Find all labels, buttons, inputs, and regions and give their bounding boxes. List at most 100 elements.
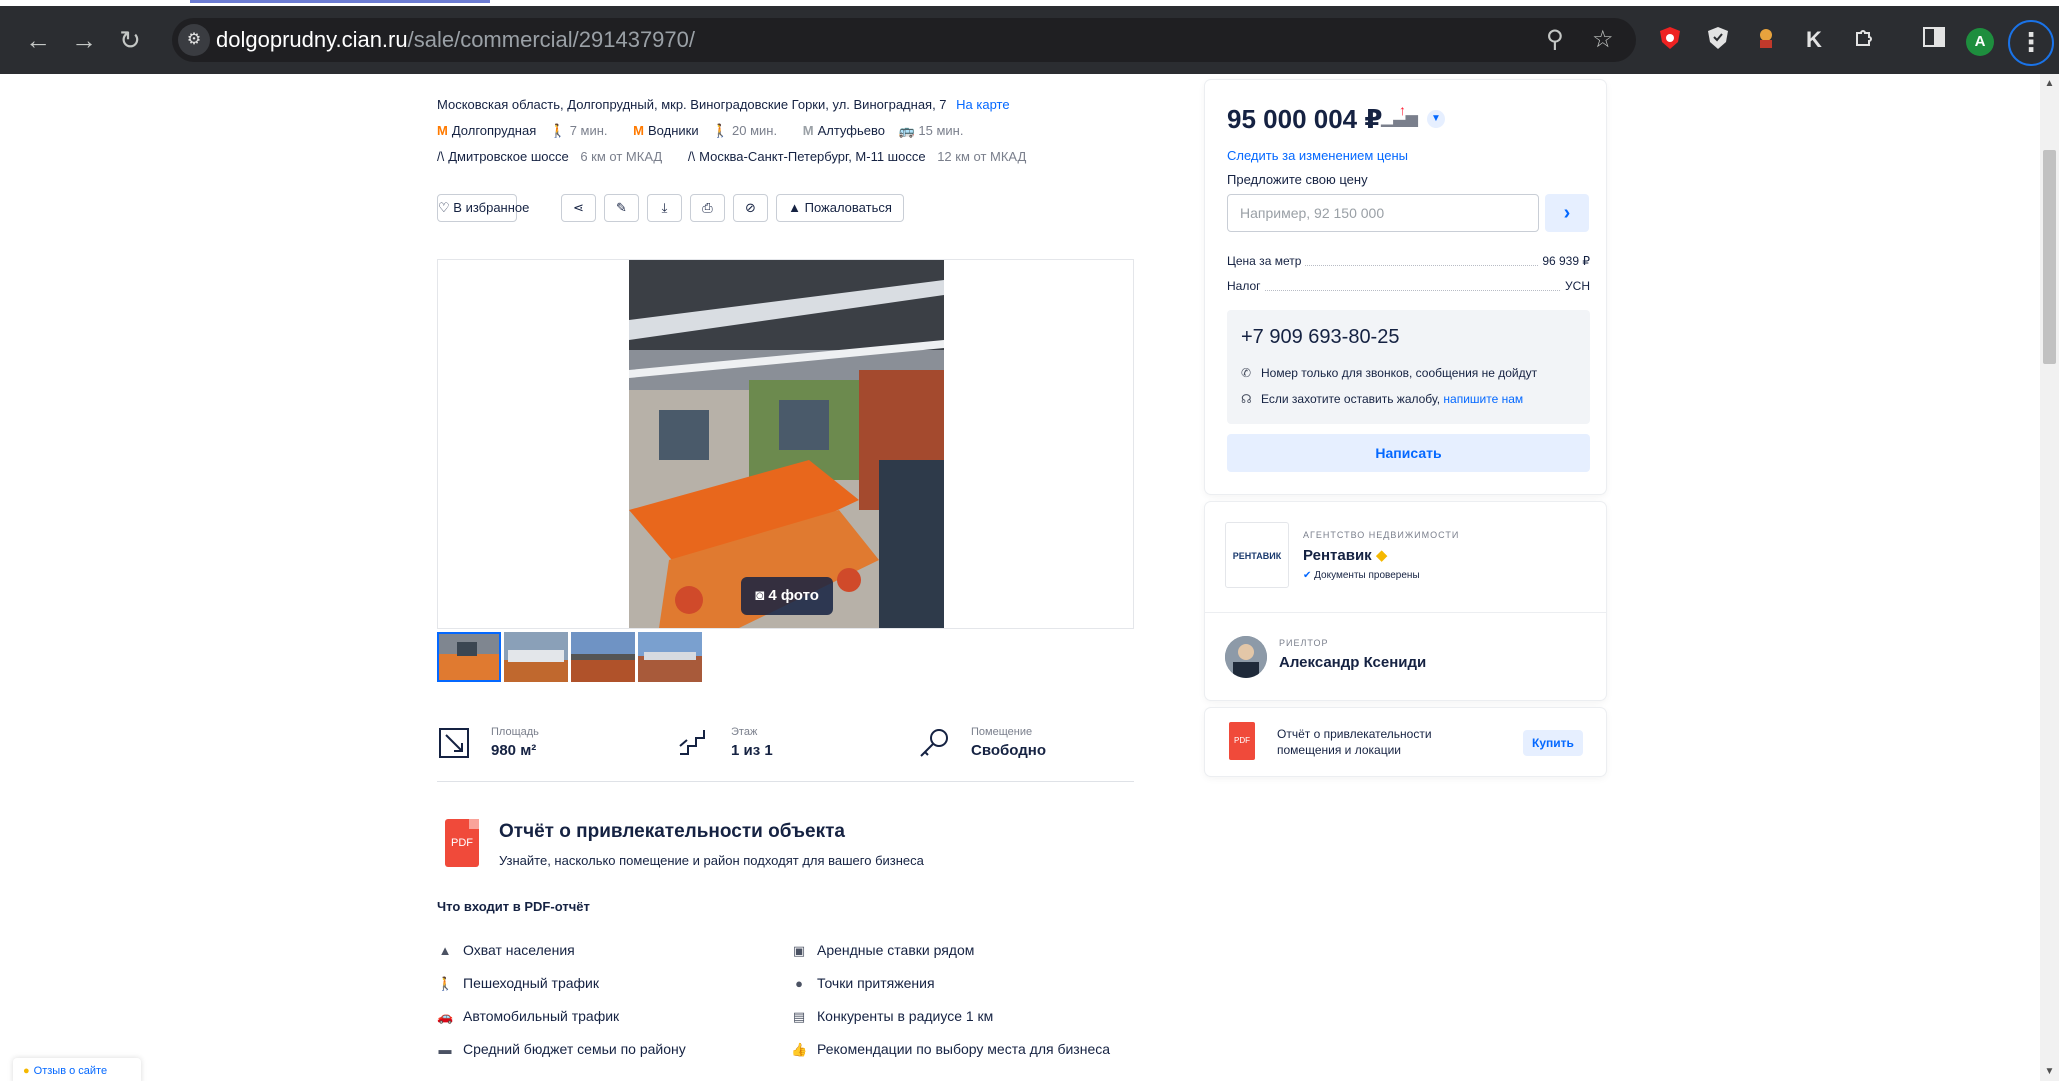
heart-icon: ♡ bbox=[438, 200, 454, 215]
edit-note-button[interactable]: ✎ bbox=[604, 194, 639, 222]
offer-label: Предложите свою цену bbox=[1227, 172, 1368, 187]
realtor-avatar[interactable] bbox=[1225, 636, 1267, 678]
address-row: Московская область, Долгопрудный, мкр. В… bbox=[437, 96, 1010, 113]
buy-report-text: Отчёт о привлекательности помещения и ло… bbox=[1277, 727, 1432, 757]
photo-count-label: 4 фото bbox=[768, 587, 819, 604]
chevron-down-icon[interactable]: ▼ bbox=[1427, 110, 1445, 128]
browser-toolbar: ← → ↻ ⚙ dolgoprudny.cian.ru/sale/commerc… bbox=[0, 6, 2059, 74]
complaint-link[interactable]: напишите нам bbox=[1443, 392, 1523, 406]
realtor-type: Риелтор bbox=[1279, 638, 1329, 648]
highway-icon: /\ bbox=[687, 149, 696, 164]
price: 95 000 004 ₽ bbox=[1227, 104, 1383, 134]
feedback-tab[interactable]: ● Отзыв о сайте bbox=[13, 1058, 141, 1081]
feature-label: Площадь bbox=[491, 726, 539, 738]
metro-time: 15 мин. bbox=[918, 123, 964, 138]
offer-price-input[interactable] bbox=[1227, 194, 1539, 232]
offer-submit-button[interactable]: › bbox=[1545, 194, 1589, 232]
agency-logo[interactable]: РЕНТАВИК bbox=[1225, 522, 1289, 588]
photo-gallery[interactable]: ◙ 4 фото bbox=[437, 259, 1134, 629]
profile-avatar[interactable]: A bbox=[1966, 28, 1994, 56]
share-button[interactable]: ⋖ bbox=[561, 194, 596, 222]
highway-distance: 6 км от МКАД bbox=[580, 149, 663, 164]
walk-icon: 🚶 bbox=[712, 123, 729, 138]
agency-name: Рентавик bbox=[1303, 547, 1372, 564]
buy-button[interactable]: Купить bbox=[1523, 730, 1583, 756]
feature-value: 980 м² bbox=[491, 742, 537, 759]
follow-price-link[interactable]: Следить за изменением цены bbox=[1227, 148, 1408, 163]
feedback-label: Отзыв о сайте bbox=[33, 1065, 108, 1077]
buy-report-card: PDF Отчёт о привлекательности помещения … bbox=[1205, 708, 1606, 776]
agency-card: РЕНТАВИК Агентство недвижимости Рентавик… bbox=[1205, 502, 1606, 700]
photo-thumbnail[interactable] bbox=[638, 632, 702, 682]
photo-thumbnail[interactable] bbox=[504, 632, 568, 682]
metro-item[interactable]: M Водники 🚶 20 мин. bbox=[633, 123, 777, 138]
report-item-label: Средний бюджет семьи по району bbox=[463, 1041, 686, 1057]
forward-icon[interactable]: → bbox=[66, 22, 102, 58]
report-item: ▣ Арендные ставки рядом bbox=[791, 942, 975, 959]
agency-verified: ✔ Документы проверены bbox=[1303, 570, 1420, 581]
reload-icon[interactable]: ↻ bbox=[112, 22, 148, 58]
photo-thumbnail[interactable] bbox=[437, 632, 501, 682]
favorite-label: В избранное bbox=[453, 200, 530, 215]
favorite-button[interactable]: ♡ В избранное bbox=[437, 194, 529, 222]
bookmark-star-icon[interactable]: ☆ bbox=[1592, 26, 1614, 54]
extension-character-icon[interactable] bbox=[1752, 26, 1780, 54]
write-button[interactable]: Написать bbox=[1227, 434, 1590, 472]
extension-shield-red-icon[interactable] bbox=[1656, 26, 1684, 54]
url-path: /sale/commercial/291437970/ bbox=[407, 27, 695, 52]
complain-button[interactable]: ▲ Пожаловаться bbox=[776, 194, 904, 222]
highway-row: /\ Дмитровское шоссе 6 км от МКАД /\ Москв… bbox=[437, 148, 1026, 165]
hide-button[interactable]: ⊘ bbox=[733, 194, 768, 222]
side-panel-icon[interactable] bbox=[1920, 26, 1948, 54]
store-icon: ▤ bbox=[792, 1009, 806, 1024]
headset-icon: ☊ bbox=[1241, 392, 1252, 406]
print-button[interactable]: ⎙ bbox=[690, 194, 725, 222]
photo-thumbnail[interactable] bbox=[571, 632, 635, 682]
report-item-label: Арендные ставки рядом bbox=[817, 942, 975, 958]
extensions-puzzle-icon[interactable] bbox=[1850, 26, 1878, 54]
report-item: ▤ Конкуренты в радиусе 1 км bbox=[791, 1008, 993, 1025]
complaint-note-text: Если захотите оставить жалобу, bbox=[1261, 392, 1441, 406]
scroll-up-icon[interactable]: ▲ bbox=[2042, 78, 2057, 89]
thumbs-up-icon: 👍 bbox=[791, 1042, 808, 1057]
scrollbar-thumb[interactable] bbox=[2043, 150, 2056, 364]
agency-name-row[interactable]: Рентавик ◆ bbox=[1303, 546, 1387, 564]
metro-item[interactable]: M Долгопрудная 🚶 7 мин. bbox=[437, 123, 608, 138]
price-per-meter-row: Цена за метр 96 939 ₽ bbox=[1227, 254, 1590, 270]
report-item-label: Конкуренты в радиусе 1 км bbox=[817, 1008, 994, 1024]
report-list-heading: Что входит в PDF-отчёт bbox=[437, 899, 590, 914]
walk-icon: 🚶 bbox=[549, 123, 567, 138]
download-button[interactable]: ⤓ bbox=[647, 194, 682, 222]
tax-row: Налог УСН bbox=[1227, 279, 1590, 295]
dotted-leader bbox=[1227, 290, 1590, 291]
map-link[interactable]: На карте bbox=[956, 97, 1009, 112]
extension-k-icon[interactable]: K bbox=[1800, 26, 1828, 54]
browser-menu-icon[interactable]: ⋮ bbox=[2008, 20, 2054, 66]
address-bar[interactable]: ⚙ dolgoprudny.cian.ru/sale/commercial/29… bbox=[172, 18, 1636, 62]
metro-item[interactable]: M Алтуфьево 🚌 15 мин. bbox=[803, 123, 964, 138]
pdf-icon: PDF bbox=[445, 819, 479, 867]
phone-number[interactable]: +7 909 693-80-25 bbox=[1241, 326, 1399, 349]
back-icon[interactable]: ← bbox=[20, 22, 56, 58]
price-up-arrow-icon: ↑ bbox=[1399, 102, 1406, 118]
zoom-icon[interactable]: ⚲ bbox=[1546, 26, 1564, 54]
report-item-label: Охват населения bbox=[463, 942, 575, 958]
feature-value: Свободно bbox=[971, 742, 1046, 759]
metro-name: Долгопрудная bbox=[451, 123, 537, 138]
url-text[interactable]: dolgoprudny.cian.ru/sale/commercial/2914… bbox=[216, 28, 695, 52]
highway-icon: /\ bbox=[437, 149, 445, 164]
report-item-label: Автомобильный трафик bbox=[463, 1008, 620, 1024]
extension-shield-icon[interactable] bbox=[1704, 26, 1732, 54]
car-icon: 🚗 bbox=[437, 1009, 454, 1024]
feature-label: Этаж bbox=[731, 726, 758, 738]
phone-note-text: Номер только для звонков, сообщения не д… bbox=[1261, 366, 1538, 380]
main-photo[interactable] bbox=[629, 260, 944, 628]
site-info-icon[interactable]: ⚙ bbox=[178, 24, 210, 56]
photo-count-badge[interactable]: ◙ 4 фото bbox=[741, 577, 833, 615]
rent-icon: ▣ bbox=[792, 943, 806, 958]
realtor-name[interactable]: Александр Ксениди bbox=[1279, 654, 1426, 671]
pin-icon: ● bbox=[795, 976, 803, 991]
phone-box: +7 909 693-80-25 ✆ Номер только для звонк… bbox=[1227, 310, 1590, 424]
shield-badge-icon: ◆ bbox=[1375, 547, 1388, 564]
scroll-down-icon[interactable]: ▼ bbox=[2042, 1066, 2057, 1077]
